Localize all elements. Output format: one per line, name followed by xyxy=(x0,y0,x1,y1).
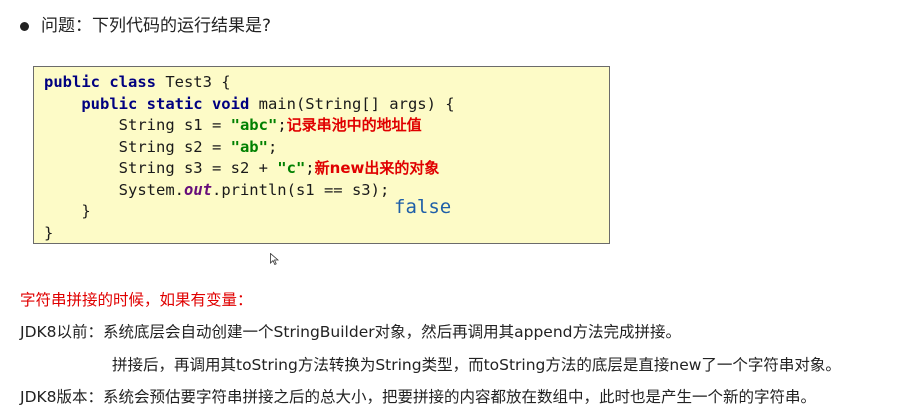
code-string: "ab" xyxy=(230,137,268,156)
question-text: 问题：下列代码的运行结果是? xyxy=(41,16,272,36)
code-annotation: 新new出来的对象 xyxy=(314,159,440,177)
code-text: .println(s1 == s3); xyxy=(211,180,390,199)
code-text: String s3 = s2 + xyxy=(44,159,278,177)
explanation-line-jdk8: JDK8版本：系统会预估要字符串拼接之后的总大小，把要拼接的内容都放在数组中，此… xyxy=(20,388,817,406)
code-keyword: public static void xyxy=(81,94,250,113)
code-text: System. xyxy=(44,180,184,199)
code-text: String s1 = xyxy=(44,116,231,134)
code-string: "abc" xyxy=(230,116,278,134)
code-text: } xyxy=(44,202,91,220)
explanation-line-jdk8-before: JDK8以前：系统底层会自动创建一个StringBuilder对象，然后再调用其… xyxy=(20,323,681,341)
code-text: } xyxy=(44,223,54,242)
code-string: "c" xyxy=(277,159,306,177)
code-text: ; xyxy=(277,116,287,134)
code-text: Test3 { xyxy=(155,73,231,91)
code-annotation: 记录串池中的地址值 xyxy=(286,116,422,134)
code-text: main(String[] args) { xyxy=(249,94,455,113)
result-value: false xyxy=(394,196,452,218)
explanation-heading: 字符串拼接的时候，如果有变量： xyxy=(20,291,253,309)
code-field: out xyxy=(183,180,212,199)
bullet-icon xyxy=(20,21,29,31)
code-text: String s2 = xyxy=(44,137,231,156)
explanation-line-tostring: 拼接后，再调用其toString方法转换为String类型，而toString方… xyxy=(112,356,841,374)
code-listing: public class Test3 { public static void … xyxy=(44,72,455,244)
mouse-cursor-icon xyxy=(270,253,279,265)
question-heading: 问题：下列代码的运行结果是? xyxy=(20,14,271,38)
code-text: ; xyxy=(305,159,315,177)
code-text: ; xyxy=(267,137,278,156)
code-block: public class Test3 { public static void … xyxy=(33,66,610,265)
code-keyword: public class xyxy=(44,73,156,91)
